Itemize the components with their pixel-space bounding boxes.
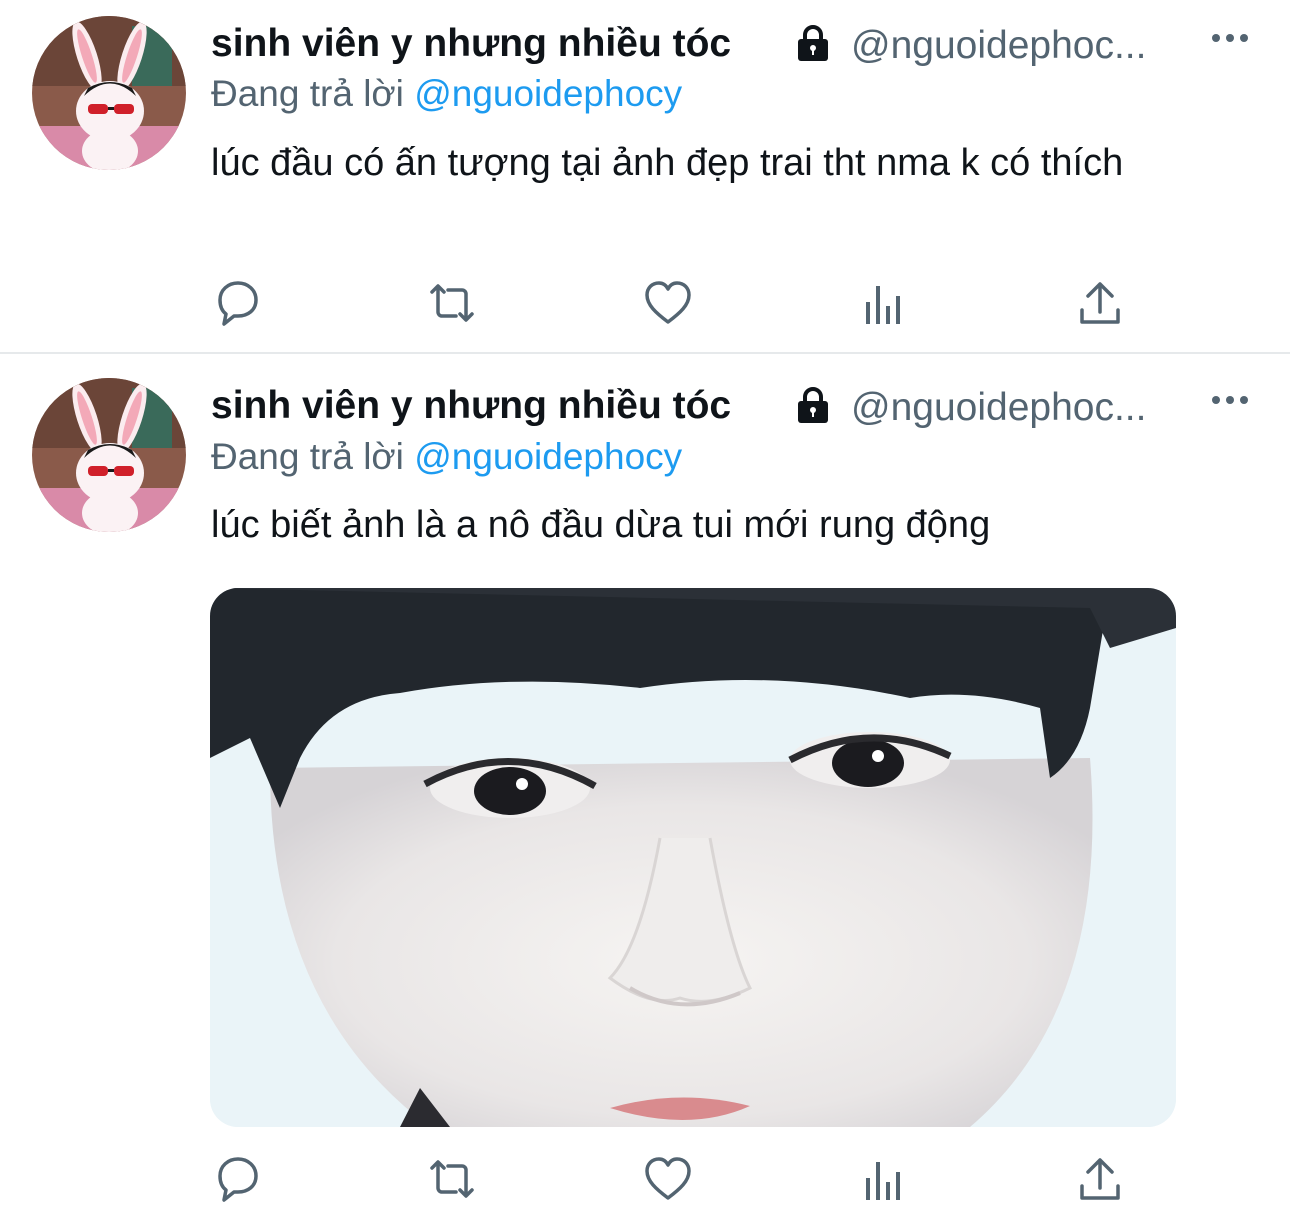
like-icon[interactable] [642, 278, 694, 328]
avatar[interactable] [32, 16, 186, 170]
retweet-icon[interactable] [426, 278, 478, 328]
reply-icon[interactable] [212, 278, 264, 328]
reply-icon[interactable] [212, 1154, 264, 1204]
avatar[interactable] [32, 378, 186, 532]
author-handle[interactable]: @nguoidephoc... [851, 386, 1146, 430]
tweet[interactable]: sinh viên y nhưng nhiều tóc @nguoidephoc… [0, 354, 1290, 1215]
action-bar [212, 278, 1132, 328]
action-bar [212, 1154, 1132, 1204]
mention-link[interactable]: @nguoidephocy [414, 73, 682, 114]
tweet-header: sinh viên y nhưng nhiều tóc @nguoidephoc… [211, 20, 1250, 74]
like-icon[interactable] [642, 1154, 694, 1204]
replying-prefix: Đang trả lời [211, 73, 404, 114]
lock-icon [793, 24, 833, 64]
more-icon[interactable] [1210, 390, 1250, 410]
retweet-icon[interactable] [426, 1154, 478, 1204]
tweet-text: lúc đầu có ấn tượng tại ảnh đẹp trai tht… [211, 142, 1124, 184]
author-name[interactable]: sinh viên y nhưng nhiều tóc [211, 384, 731, 428]
more-icon[interactable] [1210, 28, 1250, 48]
tweet[interactable]: sinh viên y nhưng nhiều tóc @nguoidephoc… [0, 0, 1290, 354]
tweet-photo[interactable] [210, 588, 1176, 1127]
analytics-icon[interactable] [858, 1154, 910, 1204]
share-icon[interactable] [1074, 278, 1126, 328]
tweet-text: lúc biết ảnh là a nô đầu dừa tui mới run… [211, 504, 991, 546]
lock-icon [793, 386, 833, 426]
analytics-icon[interactable] [858, 278, 910, 328]
replying-prefix: Đang trả lời [211, 436, 404, 477]
mention-link[interactable]: @nguoidephocy [414, 436, 682, 477]
author-name[interactable]: sinh viên y nhưng nhiều tóc [211, 22, 731, 66]
tweet-header: sinh viên y nhưng nhiều tóc @nguoidephoc… [211, 382, 1250, 436]
author-handle[interactable]: @nguoidephoc... [851, 24, 1146, 68]
share-icon[interactable] [1074, 1154, 1126, 1204]
replying-to: Đang trả lời @nguoidephocy [211, 436, 682, 478]
replying-to: Đang trả lời @nguoidephocy [211, 73, 682, 115]
